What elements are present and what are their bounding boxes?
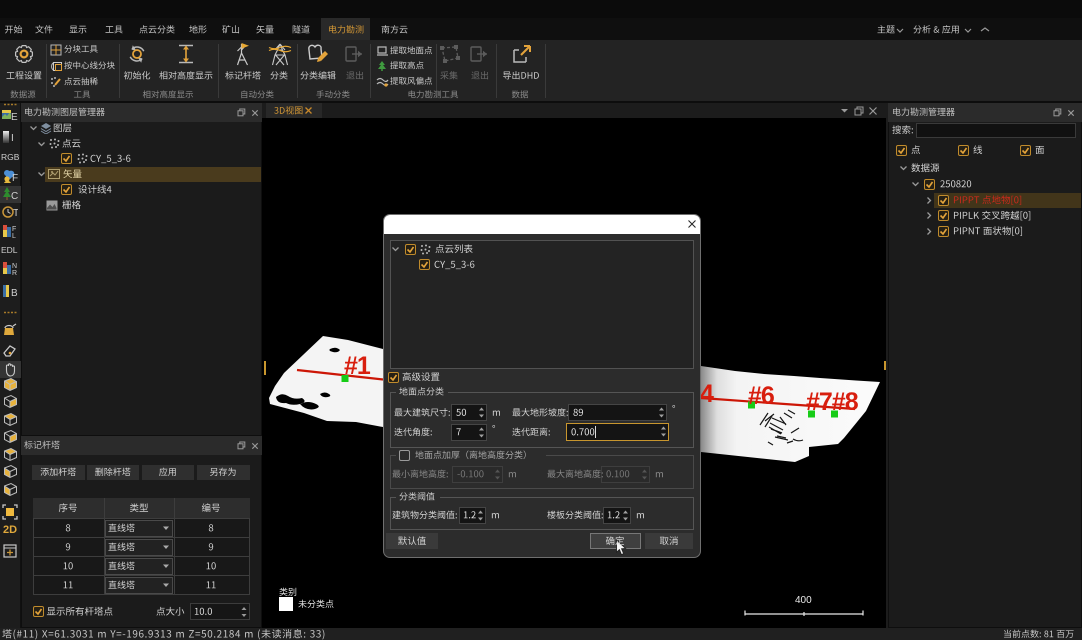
svg-text:R: R — [12, 270, 17, 276]
svg-text:T: T — [13, 208, 18, 219]
svg-text:F: F — [12, 226, 16, 233]
svg-text:C: C — [11, 191, 18, 202]
svg-text:E: E — [11, 112, 18, 123]
svg-text:F: F — [12, 173, 18, 184]
svg-text:L: L — [12, 233, 16, 239]
svg-text:N: N — [12, 263, 17, 270]
svg-text:I: I — [11, 133, 14, 144]
svg-text:B: B — [11, 288, 18, 299]
